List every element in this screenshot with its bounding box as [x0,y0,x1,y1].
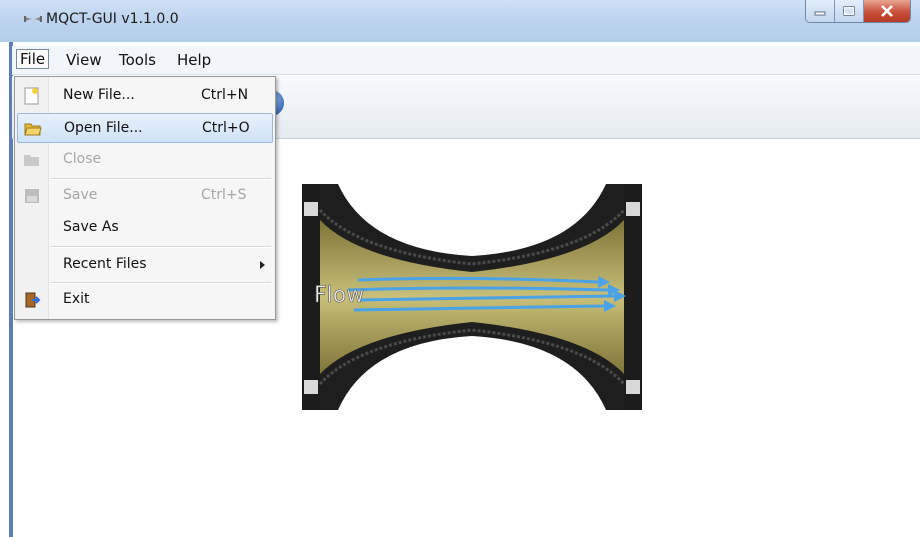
window-title: MQCT-GUI v1.1.0.0 [46,11,179,27]
menu-item-save-as[interactable]: Save As [17,213,273,243]
save-icon [25,189,39,203]
venturi-pipe-image: Flow [302,184,642,410]
menu-item-new-file[interactable]: New File... Ctrl+N [17,81,273,111]
file-menu-dropdown: New File... Ctrl+N Open File... Ctrl+O C… [14,76,276,320]
close-icon [881,5,893,17]
menu-item-close[interactable]: Close [17,145,273,175]
menu-separator [51,282,271,284]
menu-item-label: New File... [63,87,135,103]
maximize-button[interactable] [835,0,864,22]
menu-item-recent-files[interactable]: Recent Files [17,250,273,280]
window-controls [805,0,911,23]
menu-bar: File View Tools Help [12,46,920,75]
menu-view[interactable]: View [63,50,105,70]
menu-item-label: Close [63,151,102,167]
menu-item-shortcut: Ctrl+N [201,87,249,103]
menu-item-open-file[interactable]: Open File... Ctrl+O [17,113,273,143]
menu-item-shortcut: Ctrl+O [202,120,250,136]
submenu-arrow-icon [260,261,265,269]
menu-item-save[interactable]: Save Ctrl+S [17,181,273,211]
menu-item-exit[interactable]: Exit [17,285,273,315]
menu-help[interactable]: Help [174,50,214,70]
menu-item-label: Save As [63,219,119,235]
menu-item-shortcut: Ctrl+S [201,187,247,203]
minimize-button[interactable] [806,0,835,22]
open-folder-icon [24,123,42,136]
menu-item-label: Open File... [64,120,143,136]
title-bar[interactable]: MQCT-GUI v1.1.0.0 [0,0,920,42]
menu-file[interactable]: File [16,49,50,69]
menu-item-label: Exit [63,291,90,307]
folder-icon [24,155,39,166]
menu-item-label: Save [63,187,98,203]
exit-door-icon [25,292,41,308]
menu-item-label: Recent Files [63,256,147,272]
menu-tools[interactable]: Tools [116,50,159,70]
app-icon [24,16,42,22]
new-file-icon [24,87,39,105]
menu-separator [51,178,271,180]
flow-label: Flow [314,283,364,308]
minimize-icon [814,11,826,16]
menu-separator [51,246,271,248]
maximize-icon [843,6,855,16]
close-button[interactable] [864,0,910,22]
